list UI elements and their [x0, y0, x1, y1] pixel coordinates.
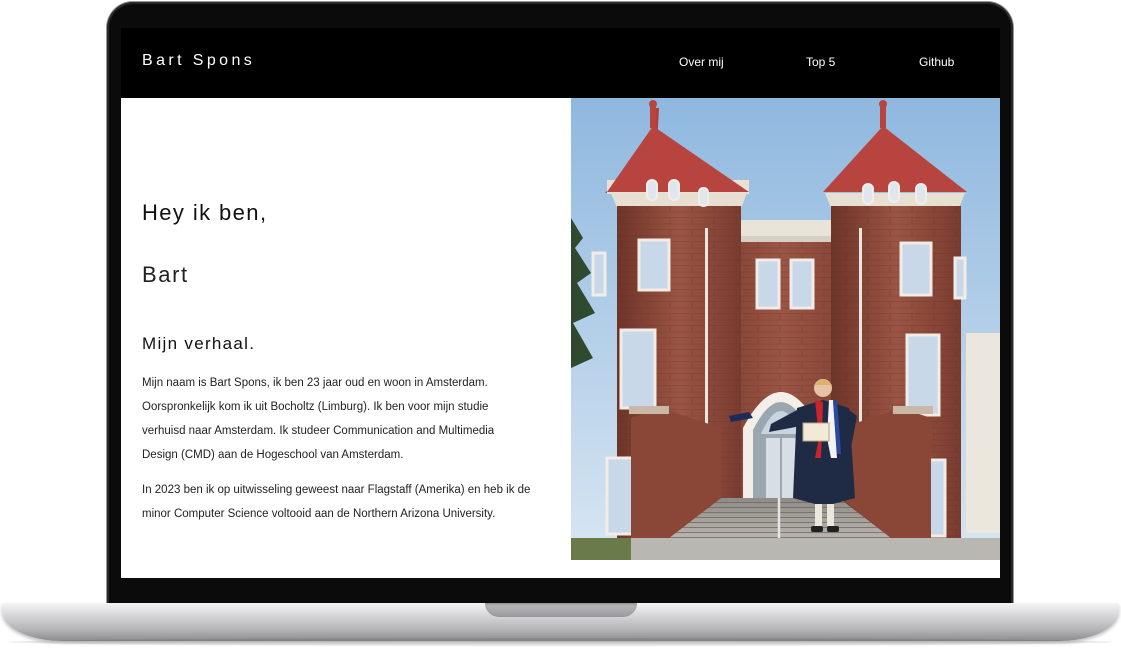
- section-divider: [121, 560, 1000, 578]
- brand-logo[interactable]: Bart Spons: [142, 52, 255, 70]
- intro-panel: Hey ik ben, Bart Mijn verhaal. Mijn naam…: [121, 98, 571, 560]
- graduation-photo: [571, 98, 1000, 560]
- laptop-notch: [485, 603, 637, 617]
- hero-name: Bart: [142, 262, 189, 287]
- hero-section: Hey ik ben, Bart Mijn verhaal. Mijn naam…: [121, 98, 1000, 578]
- laptop-screen: Bart Spons Over mij Top 5 Github Hey ik …: [121, 28, 1000, 578]
- top-nav: Bart Spons Over mij Top 5 Github: [121, 28, 1000, 98]
- nav-github[interactable]: Github: [919, 55, 954, 69]
- nav-over-mij[interactable]: Over mij: [679, 55, 724, 69]
- nav-top-5[interactable]: Top 5: [806, 55, 835, 69]
- story-paragraph-1: Mijn naam is Bart Spons, ik ben 23 jaar …: [142, 377, 495, 461]
- story-paragraph-2: In 2023 ben ik op uitwisseling geweest n…: [142, 484, 531, 520]
- hero-greeting: Hey ik ben,: [142, 200, 268, 225]
- laptop-shadow: [8, 638, 1113, 646]
- graduation-photo-image: [571, 98, 1000, 560]
- story-title: Mijn verhaal.: [142, 334, 256, 353]
